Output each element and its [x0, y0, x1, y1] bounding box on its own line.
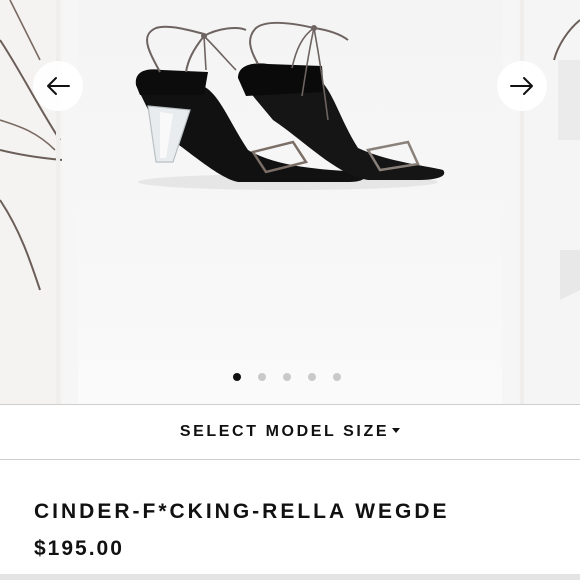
- slide-dot-2[interactable]: [258, 373, 266, 381]
- current-slide-image: [78, 0, 502, 404]
- slide-dot-4[interactable]: [308, 373, 316, 381]
- next-image-button[interactable]: [497, 61, 547, 111]
- lace-up-wedge-sandals-image: [135, 21, 445, 190]
- divider: [0, 574, 580, 580]
- caret-down-icon: [392, 427, 401, 433]
- product-price: $195.00: [34, 537, 124, 560]
- arrow-right-icon: [510, 77, 533, 95]
- product-title: CINDER-F*CKING-RELLA WEGDE: [34, 500, 450, 523]
- select-model-size-dropdown[interactable]: SELECT MODEL SIZE: [0, 404, 580, 460]
- slide-indicator: [233, 373, 341, 381]
- slide-dot-5[interactable]: [333, 373, 341, 381]
- slide-dot-3[interactable]: [283, 373, 291, 381]
- slide-dot-1[interactable]: [233, 373, 241, 381]
- previous-image-button[interactable]: [33, 61, 83, 111]
- select-model-size-label: SELECT MODEL SIZE: [179, 423, 390, 440]
- product-image-gallery[interactable]: [0, 0, 580, 404]
- arrow-left-icon: [47, 77, 70, 95]
